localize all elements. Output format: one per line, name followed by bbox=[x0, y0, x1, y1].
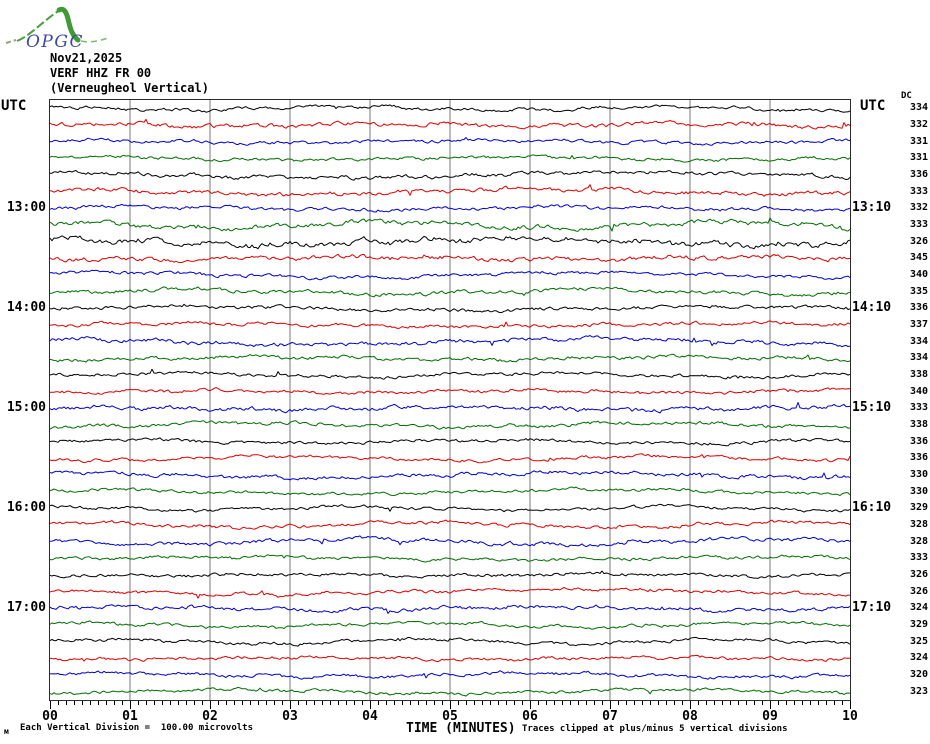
dc-value: 340 bbox=[909, 385, 928, 397]
dc-value: 324 bbox=[909, 652, 928, 664]
dc-value: 326 bbox=[909, 585, 928, 597]
dc-value: 328 bbox=[909, 519, 928, 530]
header-channel-description: (Verneugheol Vertical) bbox=[50, 81, 209, 95]
x-tick-label: 03 bbox=[282, 709, 298, 724]
dc-value: 320 bbox=[909, 669, 928, 680]
dc-value: 334 bbox=[909, 102, 928, 114]
dc-value: 328 bbox=[909, 535, 928, 547]
logo-text: OPGC bbox=[26, 32, 84, 52]
hour-label-left: 13:00 bbox=[6, 200, 46, 216]
hour-label-left: 14:00 bbox=[6, 300, 46, 316]
dc-value: 336 bbox=[909, 435, 928, 447]
x-tick-label: 00 bbox=[42, 709, 58, 724]
dc-value: 334 bbox=[909, 352, 928, 364]
helicorder-traces bbox=[50, 100, 850, 700]
x-tick-label: 10 bbox=[842, 709, 858, 724]
scale-note: Each Vertical Division = 100.00 microvol… bbox=[20, 723, 253, 733]
dc-value: 332 bbox=[909, 202, 928, 214]
clip-note: Traces clipped at plus/minus 5 vertical … bbox=[522, 724, 788, 734]
hour-label-right: 16:10 bbox=[852, 500, 892, 516]
logo-left-dash bbox=[5, 39, 17, 44]
dc-value: 333 bbox=[909, 219, 928, 230]
dc-value: 340 bbox=[909, 269, 928, 280]
dc-value: 345 bbox=[909, 252, 928, 264]
dc-value: 333 bbox=[909, 402, 928, 414]
dc-value: 334 bbox=[909, 335, 928, 347]
dc-value: 333 bbox=[909, 185, 928, 197]
hour-label-right: 13:10 bbox=[852, 200, 892, 216]
dc-value: 330 bbox=[909, 469, 928, 480]
hour-label-right: 17:10 bbox=[852, 600, 892, 616]
dc-column-label: DC bbox=[901, 91, 912, 101]
dc-value: 338 bbox=[909, 419, 928, 430]
logo-right-dash bbox=[80, 37, 109, 43]
x-tick-label: 02 bbox=[202, 709, 218, 724]
dc-value: 331 bbox=[909, 135, 928, 147]
dc-value: 323 bbox=[909, 685, 928, 697]
dc-value: 324 bbox=[909, 602, 928, 614]
dc-value: 329 bbox=[909, 619, 928, 630]
dc-value: 336 bbox=[909, 452, 928, 464]
footer-mark: м bbox=[4, 727, 9, 736]
right-axis-utc-label: UTC bbox=[860, 98, 886, 114]
dc-value: 326 bbox=[909, 235, 928, 247]
header-station: VERF HHZ FR 00 bbox=[50, 66, 152, 80]
x-tick-label: 04 bbox=[362, 709, 378, 724]
dc-value: 332 bbox=[909, 119, 928, 130]
dc-value: 335 bbox=[909, 285, 928, 297]
dc-value: 329 bbox=[909, 502, 928, 514]
dc-value: 337 bbox=[909, 319, 928, 330]
left-axis-utc-label: UTC bbox=[1, 98, 27, 114]
hour-label-left: 16:00 bbox=[6, 500, 46, 516]
hour-label-left: 15:00 bbox=[6, 400, 46, 416]
dc-value: 338 bbox=[909, 369, 928, 380]
dc-value: 326 bbox=[909, 569, 928, 580]
hour-label-right: 15:10 bbox=[852, 400, 892, 416]
x-axis-title: TIME (MINUTES) bbox=[406, 721, 516, 736]
hour-label-left: 17:00 bbox=[6, 600, 46, 616]
x-tick-label: 07 bbox=[602, 709, 618, 724]
x-tick-label: 09 bbox=[762, 709, 778, 724]
dc-value: 325 bbox=[909, 635, 928, 647]
dc-value: 333 bbox=[909, 552, 928, 564]
hour-label-right: 14:10 bbox=[852, 300, 892, 316]
header-date: Nov21,2025 bbox=[50, 51, 123, 65]
dc-value: 331 bbox=[909, 152, 928, 164]
webicorder-page: OPGC Nov21,2025 VERF HHZ FR 00 (Verneugh… bbox=[0, 0, 930, 744]
x-tick-label: 05 bbox=[442, 709, 458, 724]
dc-value: 336 bbox=[909, 302, 928, 314]
x-tick-label: 01 bbox=[122, 709, 138, 724]
opgc-logo: OPGC bbox=[5, 6, 109, 52]
dc-value: 330 bbox=[909, 485, 928, 497]
dc-value: 336 bbox=[909, 169, 928, 180]
x-tick-label: 06 bbox=[522, 709, 538, 724]
x-tick-label: 08 bbox=[682, 709, 698, 724]
